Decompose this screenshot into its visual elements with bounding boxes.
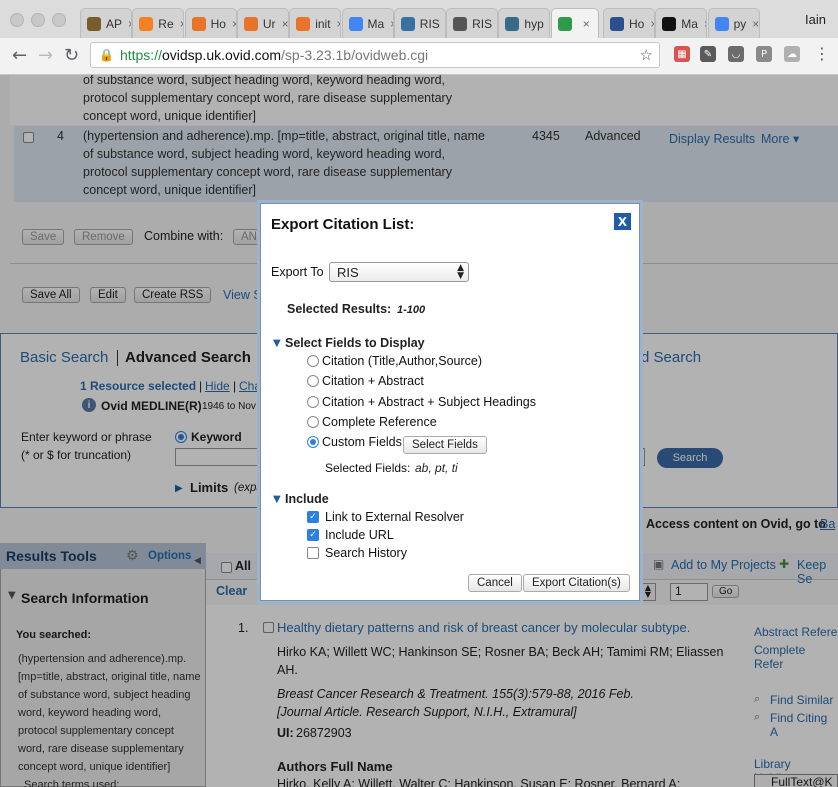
url-path: /sp-3.23.1b/ovidweb.cgi xyxy=(281,47,429,63)
library-icon xyxy=(610,16,624,31)
radio-citation-abstract-label: Citation + Abstract xyxy=(322,374,424,388)
orange-circle-icon xyxy=(243,16,258,31)
include-url-checkbox[interactable]: ✓ xyxy=(307,529,319,541)
pocket-icon[interactable]: ◡ xyxy=(728,46,744,62)
selected-results-label: Selected Results: xyxy=(287,302,392,316)
tab-label: Re xyxy=(158,16,174,31)
radio-complete-reference[interactable] xyxy=(307,416,319,428)
browser-tab[interactable]: Ho × xyxy=(603,8,655,38)
include-collapse-icon[interactable]: ▼ xyxy=(273,494,281,505)
radio-citation[interactable] xyxy=(307,355,319,367)
tab-label: RIS xyxy=(472,16,493,31)
stackoverflow-icon xyxy=(139,16,154,31)
kofax-icon xyxy=(662,16,677,31)
browser-tab[interactable]: × xyxy=(550,8,599,38)
export-citation-dialog: Export Citation List: X Export To RIS ▲ ▼… xyxy=(260,203,640,601)
url-host: ovidsp.uk.ovid.com xyxy=(161,47,282,63)
browser-tab[interactable]: py × xyxy=(707,8,760,38)
tab-label: Ur xyxy=(262,16,276,31)
tab-label: Ma xyxy=(367,16,385,31)
dialog-title: Export Citation List: xyxy=(271,216,415,233)
fields-heading: Select Fields to Display xyxy=(285,336,425,350)
fields-collapse-icon[interactable]: ▼ xyxy=(273,338,281,349)
browser-tab[interactable]: Ur × xyxy=(236,8,289,38)
browser-tab[interactable]: Ma× xyxy=(341,8,394,38)
ovid-icon xyxy=(557,16,572,31)
back-arrow-icon[interactable]: ← xyxy=(12,45,27,66)
tab-close-icon[interactable]: × xyxy=(752,17,758,31)
orange-circle-icon xyxy=(296,16,311,31)
close-window-button[interactable] xyxy=(10,13,24,27)
selected-fields-value: ab, pt, ti xyxy=(415,461,458,475)
radio-custom-fields-label: Custom Fields xyxy=(322,435,402,449)
cancel-button[interactable]: Cancel xyxy=(468,574,522,592)
tab-label: AP xyxy=(106,16,123,31)
python-icon xyxy=(400,16,415,31)
export-to-label: Export To xyxy=(271,265,324,279)
tab-close-icon[interactable]: × xyxy=(704,17,706,31)
cloud-icon[interactable]: ☁ xyxy=(784,46,800,62)
tab-label: Ma xyxy=(681,16,698,31)
google-docs-icon xyxy=(348,16,363,31)
browser-tab[interactable]: Re × xyxy=(132,8,185,38)
browser-tab[interactable]: RIS× xyxy=(393,8,446,38)
selected-results-value: 1-100 xyxy=(397,304,426,316)
extension-badge-icon[interactable]: ▦ xyxy=(674,46,690,62)
url-scheme: https:// xyxy=(119,47,162,63)
tab-close-icon[interactable]: × xyxy=(232,17,236,31)
browser-tab[interactable]: Ma × xyxy=(655,8,708,38)
evernote-icon[interactable]: ✎ xyxy=(700,46,716,62)
browser-tab[interactable]: init × xyxy=(289,8,342,38)
minimize-window-button[interactable] xyxy=(31,13,45,27)
tab-close-icon[interactable]: × xyxy=(650,17,654,31)
bookmark-star-icon[interactable]: ☆ xyxy=(640,46,653,64)
tab-close-icon[interactable]: × xyxy=(583,17,590,31)
selected-fields-label: Selected Fields: xyxy=(325,461,411,475)
tab-label: Ho xyxy=(629,16,645,31)
wikipedia-icon xyxy=(453,16,468,31)
dna-icon xyxy=(505,16,520,31)
radio-citation-abstract-headings-label: Citation + Abstract + Subject Headings xyxy=(322,395,537,409)
radio-citation-label: Citation (Title,Author,Source) xyxy=(322,354,483,368)
radio-citation-abstract[interactable] xyxy=(307,375,319,387)
tab-label: hyp xyxy=(524,16,544,31)
profile-name[interactable]: Iain xyxy=(805,12,826,27)
paypal-icon[interactable]: P xyxy=(756,46,772,62)
search-history-checkbox[interactable] xyxy=(307,547,319,559)
browser-tab[interactable]: Ho × xyxy=(184,8,237,38)
search-history-label: Search History xyxy=(325,546,407,560)
link-external-resolver-checkbox[interactable]: ✓ xyxy=(307,511,319,523)
radio-custom-fields[interactable] xyxy=(307,436,319,448)
tab-close-icon[interactable]: × xyxy=(180,17,184,31)
tab-label: RIS xyxy=(419,16,440,31)
chrome-menu-icon[interactable]: ⋮ xyxy=(814,44,830,63)
orange-circle-icon xyxy=(191,16,206,31)
include-url-label: Include URL xyxy=(325,528,394,542)
select-arrows-icon: ▲ ▼ xyxy=(457,263,464,281)
address-bar[interactable]: 🔒 https://ovidsp.uk.ovid.com/sp-3.23.1b/… xyxy=(90,42,660,68)
reload-icon[interactable]: ↻ xyxy=(64,45,79,66)
radio-complete-reference-label: Complete Reference xyxy=(322,415,437,429)
radio-citation-abstract-headings[interactable] xyxy=(307,396,319,408)
ap-favicon-icon xyxy=(87,16,101,31)
tab-label: py xyxy=(733,16,747,31)
export-citations-button[interactable]: Export Citation(s) xyxy=(523,574,630,592)
tab-close-icon[interactable]: × xyxy=(337,17,341,31)
zoom-window-button[interactable] xyxy=(52,13,66,27)
browser-tab[interactable]: AP× xyxy=(80,8,132,38)
export-format-value: RIS xyxy=(337,264,359,280)
google-icon xyxy=(714,16,729,31)
tab-label: init xyxy=(315,16,331,31)
select-fields-button[interactable]: Select Fields xyxy=(403,436,487,454)
browser-tab[interactable]: hyp× xyxy=(498,8,551,38)
close-dialog-button[interactable]: X xyxy=(614,213,631,230)
lock-icon: 🔒 xyxy=(99,48,114,62)
include-heading: Include xyxy=(285,492,329,506)
tab-label: Ho xyxy=(210,16,226,31)
tab-close-icon[interactable]: × xyxy=(282,17,288,31)
forward-arrow-icon[interactable]: → xyxy=(38,45,53,66)
export-format-select[interactable]: RIS ▲ ▼ xyxy=(329,262,469,282)
browser-tab[interactable]: RIS× xyxy=(446,8,499,38)
link-external-resolver-label: Link to External Resolver xyxy=(325,510,464,524)
